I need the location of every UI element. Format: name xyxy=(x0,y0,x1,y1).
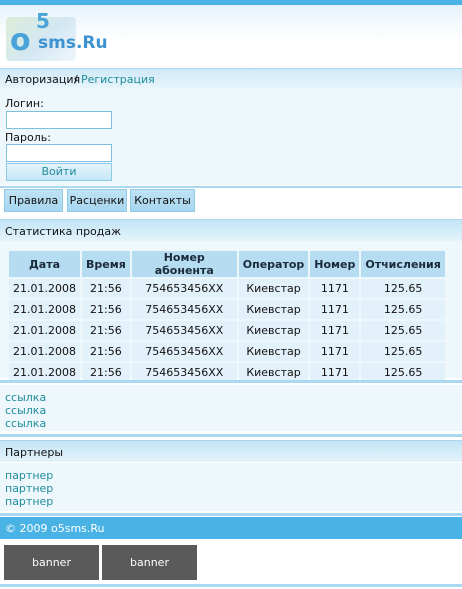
cell-number: 1171 xyxy=(310,321,360,340)
register-link[interactable]: Регистрация xyxy=(81,73,155,86)
bottom-accent-bar xyxy=(0,584,462,587)
password-label: Пароль: xyxy=(5,131,51,144)
section-divider xyxy=(0,434,462,437)
cell-time: 21:56 xyxy=(81,279,130,298)
table-row: 21.01.2008 21:56 754653456XX Киевстар 11… xyxy=(9,279,445,298)
link-item[interactable]: ссылка xyxy=(0,417,462,430)
partners-panel: партнер партнер партнер xyxy=(0,463,462,511)
cell-date: 21.01.2008 xyxy=(9,300,80,319)
partners-title: Партнеры xyxy=(0,440,462,462)
cell-date: 21.01.2008 xyxy=(9,342,80,361)
table-row: 21.01.2008 21:56 754653456XX Киевстар 11… xyxy=(9,342,445,361)
cell-subscriber: 754653456XX xyxy=(131,300,237,319)
col-date: Дата xyxy=(9,251,80,277)
cell-payout: 125.65 xyxy=(361,300,445,319)
login-input[interactable] xyxy=(6,111,112,129)
col-operator: Оператор xyxy=(238,251,309,277)
table-header-row: Дата Время Номер абонента Оператор Номер… xyxy=(9,251,445,277)
links-panel: ссылка ссылка ссылка xyxy=(0,385,462,431)
partner-link[interactable]: партнер xyxy=(0,469,462,482)
cell-payout: 125.65 xyxy=(361,321,445,340)
auth-separator: / xyxy=(74,73,78,86)
banner[interactable]: banner xyxy=(102,545,197,580)
nav-divider xyxy=(0,186,462,188)
nav-contacts[interactable]: Контакты xyxy=(130,189,195,212)
link-item[interactable]: ссылка xyxy=(0,404,462,417)
cell-operator: Киевстар xyxy=(238,321,309,340)
partner-link[interactable]: партнер xyxy=(0,482,462,495)
nav-rules[interactable]: Правила xyxy=(4,189,63,212)
cell-number: 1171 xyxy=(310,342,360,361)
auth-bar: Авторизация / Регистрация xyxy=(0,68,462,89)
col-time: Время xyxy=(81,251,130,277)
cell-number: 1171 xyxy=(310,300,360,319)
login-button[interactable]: Войти xyxy=(6,163,112,181)
cell-subscriber: 754653456XX xyxy=(131,342,237,361)
cell-time: 21:56 xyxy=(81,321,130,340)
auth-title: Авторизация xyxy=(5,73,81,86)
cell-payout: 125.65 xyxy=(361,279,445,298)
col-payout: Отчисления xyxy=(361,251,445,277)
col-number: Номер xyxy=(310,251,360,277)
footer-copyright: © 2009 o5sms.Ru xyxy=(0,517,462,539)
cell-time: 21:56 xyxy=(81,342,130,361)
banner[interactable]: banner xyxy=(4,545,99,580)
cell-number: 1171 xyxy=(310,279,360,298)
partner-link[interactable]: партнер xyxy=(0,495,462,508)
table-row: 21.01.2008 21:56 754653456XX Киевстар 11… xyxy=(9,300,445,319)
stats-title: Статистика продаж xyxy=(0,219,462,241)
cell-payout: 125.65 xyxy=(361,342,445,361)
cell-subscriber: 754653456XX xyxy=(131,279,237,298)
cell-date: 21.01.2008 xyxy=(9,321,80,340)
table-row: 21.01.2008 21:56 754653456XX Киевстар 11… xyxy=(9,321,445,340)
stats-panel: Дата Время Номер абонента Оператор Номер… xyxy=(0,241,462,382)
logo-superscript: 5 xyxy=(36,9,50,33)
cell-operator: Киевстар xyxy=(238,300,309,319)
login-label: Логин: xyxy=(5,97,44,110)
sales-table: Дата Время Номер абонента Оператор Номер… xyxy=(7,249,447,384)
login-form: Логин: Пароль: Войти xyxy=(0,89,462,185)
col-subscriber: Номер абонента xyxy=(131,251,237,277)
logo-letter: o xyxy=(10,23,31,58)
section-divider xyxy=(0,513,462,516)
cell-subscriber: 754653456XX xyxy=(131,321,237,340)
password-input[interactable] xyxy=(6,144,112,162)
cell-date: 21.01.2008 xyxy=(9,279,80,298)
cell-time: 21:56 xyxy=(81,300,130,319)
section-divider xyxy=(0,380,462,383)
header: o 5 sms.Ru xyxy=(0,5,462,65)
cell-operator: Киевстар xyxy=(238,279,309,298)
link-item[interactable]: ссылка xyxy=(0,391,462,404)
cell-operator: Киевстар xyxy=(238,342,309,361)
site-logo[interactable]: o 5 sms.Ru xyxy=(6,9,126,63)
logo-text: sms.Ru xyxy=(38,33,108,53)
nav-prices[interactable]: Расценки xyxy=(67,189,127,212)
